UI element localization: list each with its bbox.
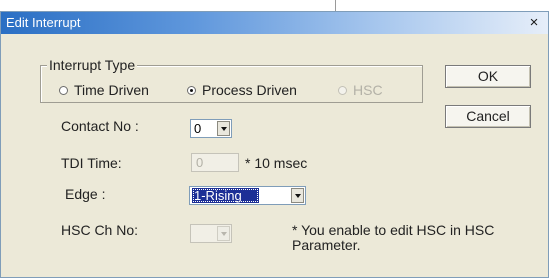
radio-indicator-disabled [338, 85, 347, 95]
chevron-down-icon[interactable] [217, 121, 230, 136]
radio-process-driven-label: Process Driven [202, 82, 297, 98]
hsc-ch-no-select [190, 224, 232, 243]
edge-select[interactable]: 1-Rising [189, 186, 306, 205]
edge-value: 1-Rising [192, 188, 259, 203]
hsc-note-line1: * You enable to edit HSC in HSC [292, 222, 495, 238]
ok-button[interactable]: OK [445, 65, 531, 88]
dialog-title: Edit Interrupt [6, 15, 81, 30]
radio-hsc-label: HSC [353, 82, 383, 98]
title-bar[interactable]: Edit Interrupt × [1, 12, 548, 34]
edit-interrupt-dialog: Edit Interrupt × Interrupt Type Time Dri… [0, 11, 549, 278]
radio-process-driven[interactable]: Process Driven [187, 82, 297, 98]
contact-no-label: Contact No : [61, 118, 139, 134]
tdi-time-input: 0 [191, 153, 239, 172]
hsc-ch-no-label: HSC Ch No: [61, 222, 139, 238]
radio-time-driven-label: Time Driven [74, 82, 149, 98]
tdi-time-label: TDI Time: [61, 155, 122, 171]
edge-label: Edge : [65, 186, 106, 202]
radio-indicator[interactable] [59, 85, 68, 95]
hsc-note: * You enable to edit HSC in HSC Paramete… [292, 223, 494, 253]
contact-no-value: 0 [194, 121, 202, 136]
tdi-time-unit: * 10 msec [245, 155, 308, 171]
radio-indicator-selected[interactable] [187, 85, 196, 95]
hsc-note-line2: Parameter. [292, 237, 361, 253]
contact-no-select[interactable]: 0 [190, 119, 232, 138]
close-icon[interactable]: × [526, 13, 542, 33]
background-divider [335, 0, 336, 11]
radio-time-driven[interactable]: Time Driven [59, 82, 149, 98]
interrupt-type-legend: Interrupt Type [47, 57, 138, 73]
chevron-down-icon [217, 226, 230, 241]
radio-hsc: HSC [338, 82, 383, 98]
cancel-button[interactable]: Cancel [445, 105, 531, 128]
chevron-down-icon[interactable] [291, 188, 304, 203]
